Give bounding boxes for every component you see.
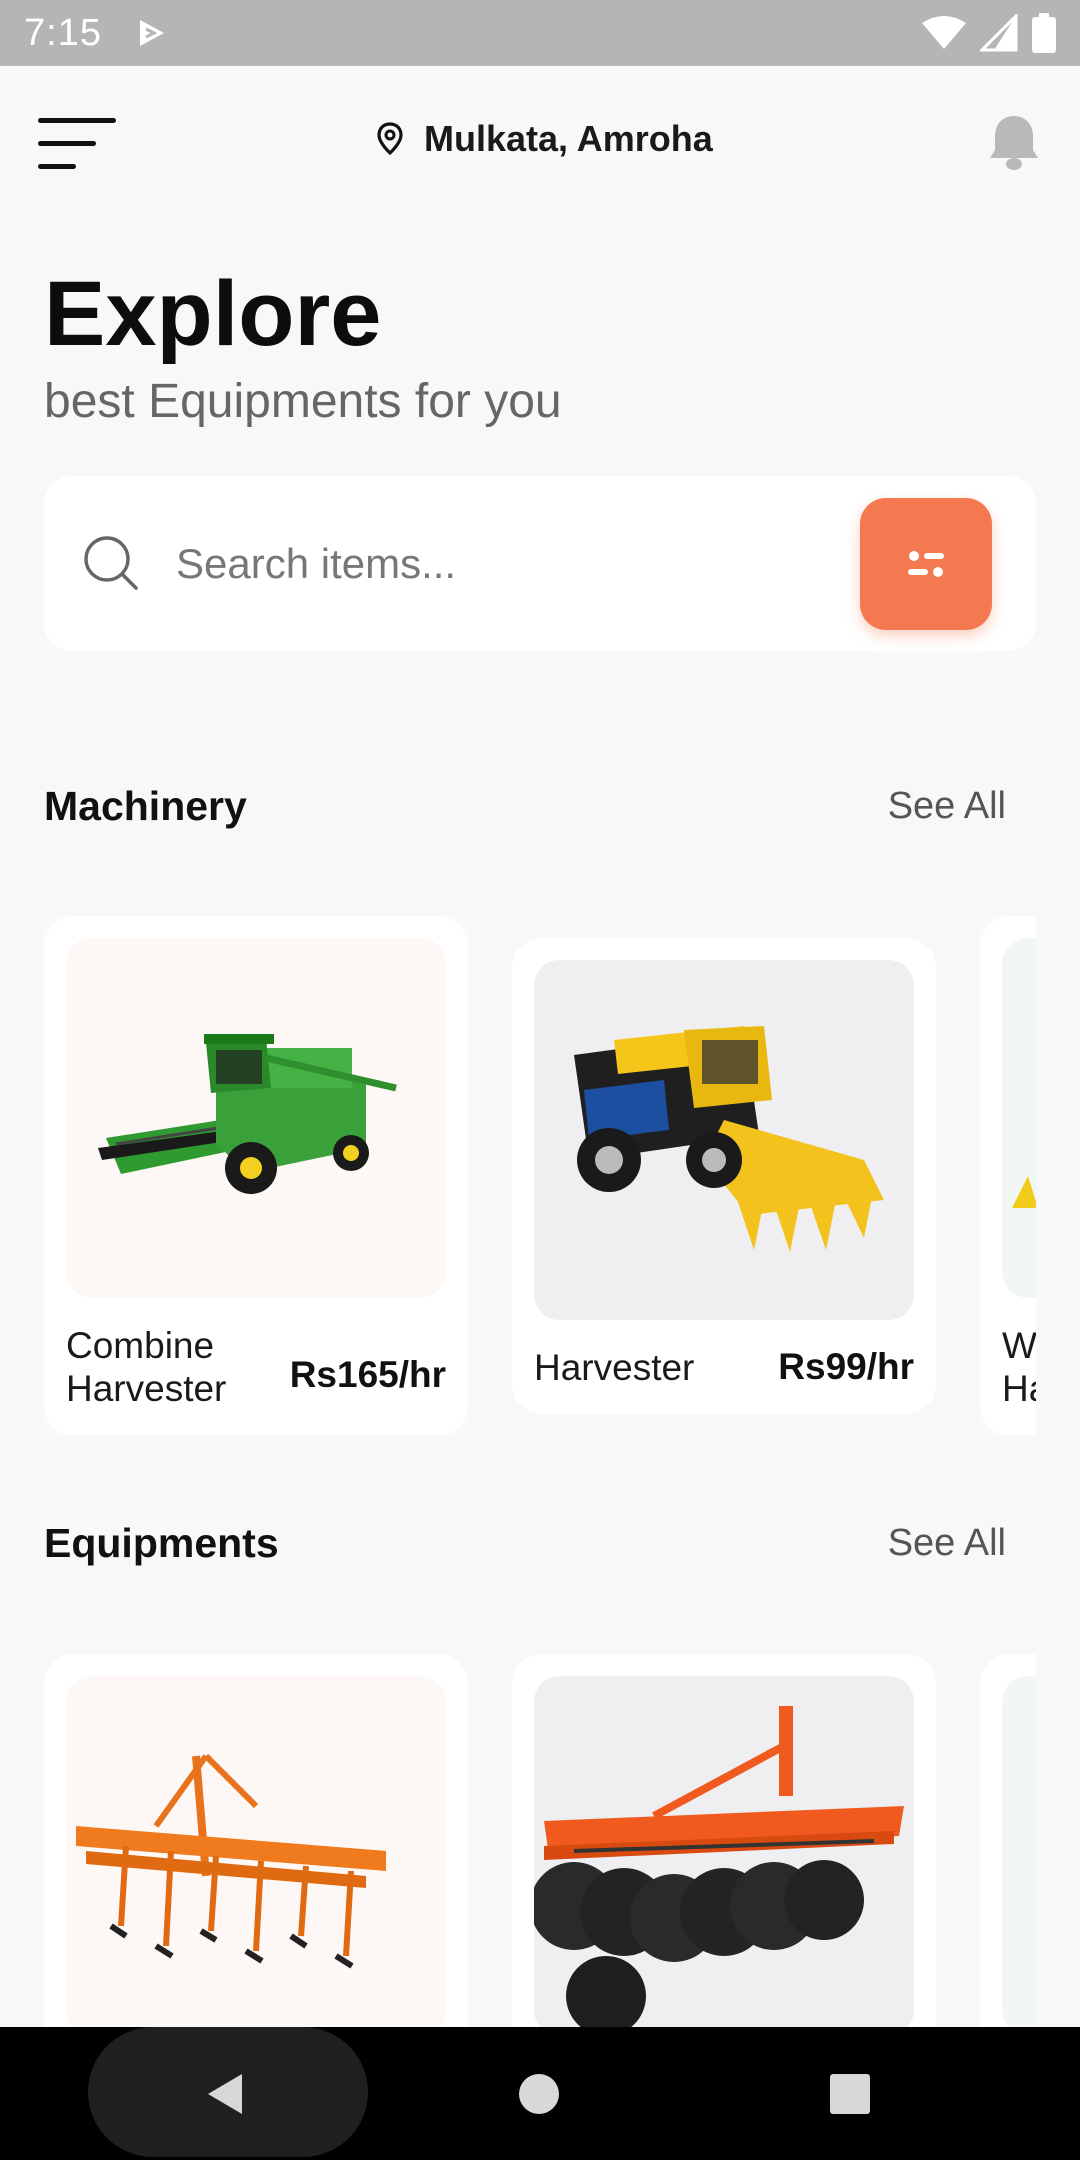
search-bar (44, 476, 1036, 651)
harvester-image (574, 1026, 884, 1252)
location-label: Mulkata, Amroha (424, 118, 713, 159)
machinery-card-row[interactable]: Combine Harvester Rs165/hr Harvester Rs9… (44, 910, 1036, 1435)
search-icon (84, 536, 138, 590)
product-card[interactable]: Combine Harvester Rs165/hr (44, 916, 468, 1435)
product-card[interactable] (980, 1654, 1036, 2028)
notification-bell-icon[interactable] (986, 112, 1042, 172)
product-price: Rs99/hr (778, 1346, 914, 1387)
location-pin-icon (377, 122, 403, 156)
wifi-icon (922, 16, 966, 49)
page-title: Explore (44, 263, 382, 365)
product-image (66, 938, 446, 1298)
product-image (534, 1676, 914, 2028)
section-title-machinery: Machinery (44, 783, 247, 829)
battery-icon (1032, 13, 1056, 53)
product-card[interactable] (512, 1654, 936, 2028)
filter-button[interactable] (860, 498, 992, 630)
signal-icon (980, 14, 1018, 52)
play-store-icon (139, 20, 164, 46)
product-thumbnail (1012, 1176, 1036, 1208)
recents-icon[interactable] (830, 2074, 870, 2114)
product-card[interactable]: Harvester Rs99/hr (512, 938, 936, 1414)
see-all-equipments-link[interactable]: See All (888, 1522, 1006, 1565)
product-image (534, 960, 914, 1320)
top-app-bar: Mulkata, Amroha (0, 66, 1080, 221)
combine-harvester-image (98, 1034, 397, 1194)
product-name: Combine Harvester (66, 1325, 227, 1410)
product-name: W Ha (1002, 1325, 1036, 1410)
status-icons (922, 13, 1056, 53)
product-image (1002, 1676, 1036, 2028)
product-card[interactable]: W Ha (980, 916, 1036, 1435)
home-icon[interactable] (518, 2073, 560, 2115)
location-selector[interactable]: Mulkata, Amroha (376, 118, 713, 160)
system-navigation-bar (0, 2027, 1080, 2160)
product-name: Harvester (534, 1347, 695, 1388)
equipments-card-row[interactable] (44, 1648, 1036, 2028)
product-image (66, 1676, 446, 2028)
back-icon[interactable] (204, 2071, 246, 2117)
see-all-machinery-link[interactable]: See All (888, 785, 1006, 828)
search-input[interactable] (176, 526, 856, 602)
filter-icon (908, 551, 944, 577)
menu-icon[interactable] (38, 118, 116, 170)
product-price: Rs165/hr (289, 1354, 446, 1395)
cultivator-image (76, 1753, 386, 1969)
section-title-equipments: Equipments (44, 1520, 279, 1566)
product-image (1002, 938, 1036, 1298)
disc-harrow-image (534, 1706, 904, 2028)
page-subtitle: best Equipments for you (44, 375, 562, 428)
status-time: 7:15 (24, 11, 102, 54)
status-bar: 7:15 (0, 0, 1080, 66)
product-card[interactable] (44, 1654, 468, 2028)
